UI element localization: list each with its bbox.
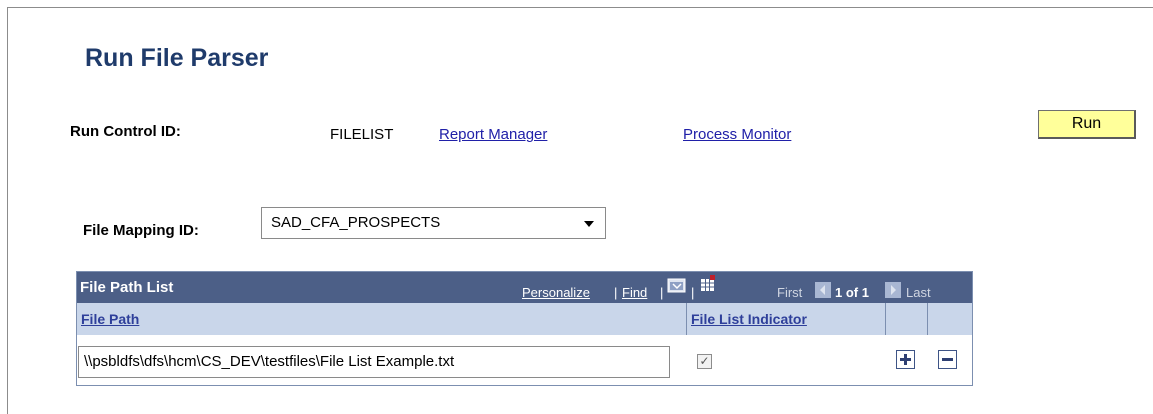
grid-title: File Path List [80, 279, 174, 296]
file-mapping-id-select[interactable]: SAD_CFA_PROSPECTS [261, 207, 606, 239]
separator: | [660, 285, 664, 300]
file-path-input[interactable]: \\psbldfs\dfs\hcm\CS_DEV\testfiles\File … [78, 346, 670, 378]
file-list-indicator-checkbox[interactable]: ✓ [697, 354, 712, 369]
personalize-link[interactable]: Personalize [522, 285, 590, 300]
first-label: First [777, 285, 803, 300]
column-header-label[interactable]: File List Indicator [691, 311, 807, 327]
add-row-icon[interactable] [896, 350, 915, 369]
column-header-label[interactable]: File Path [81, 311, 139, 327]
chevron-down-icon[interactable] [584, 221, 594, 227]
separator: | [614, 285, 618, 300]
last-label: Last [906, 285, 931, 300]
file-mapping-id-selected-value: SAD_CFA_PROSPECTS [271, 214, 441, 231]
report-manager-link[interactable]: Report Manager [439, 126, 547, 143]
view-all-icon[interactable] [667, 277, 687, 295]
page-title: Run File Parser [85, 44, 269, 72]
separator: | [691, 285, 695, 300]
find-link[interactable]: Find [622, 285, 647, 300]
process-monitor-link[interactable]: Process Monitor [683, 126, 791, 143]
column-header-add [886, 303, 928, 335]
page-count: 1 of 1 [835, 285, 869, 300]
run-control-id-label: Run Control ID: [70, 123, 181, 140]
download-icon[interactable] [699, 275, 717, 293]
grid-header-bar: File Path List Personalize | Find | | Fi… [77, 272, 972, 303]
previous-icon[interactable] [815, 282, 831, 298]
column-header-file-list-indicator[interactable]: File List Indicator [687, 303, 886, 335]
next-icon[interactable] [885, 282, 901, 298]
run-button[interactable]: Run [1038, 110, 1136, 139]
column-header-file-path[interactable]: File Path [77, 303, 687, 335]
file-mapping-id-label: File Mapping ID: [83, 222, 199, 239]
delete-row-icon[interactable] [938, 350, 957, 369]
run-control-id-value: FILELIST [330, 126, 394, 143]
column-header-delete [928, 303, 972, 335]
